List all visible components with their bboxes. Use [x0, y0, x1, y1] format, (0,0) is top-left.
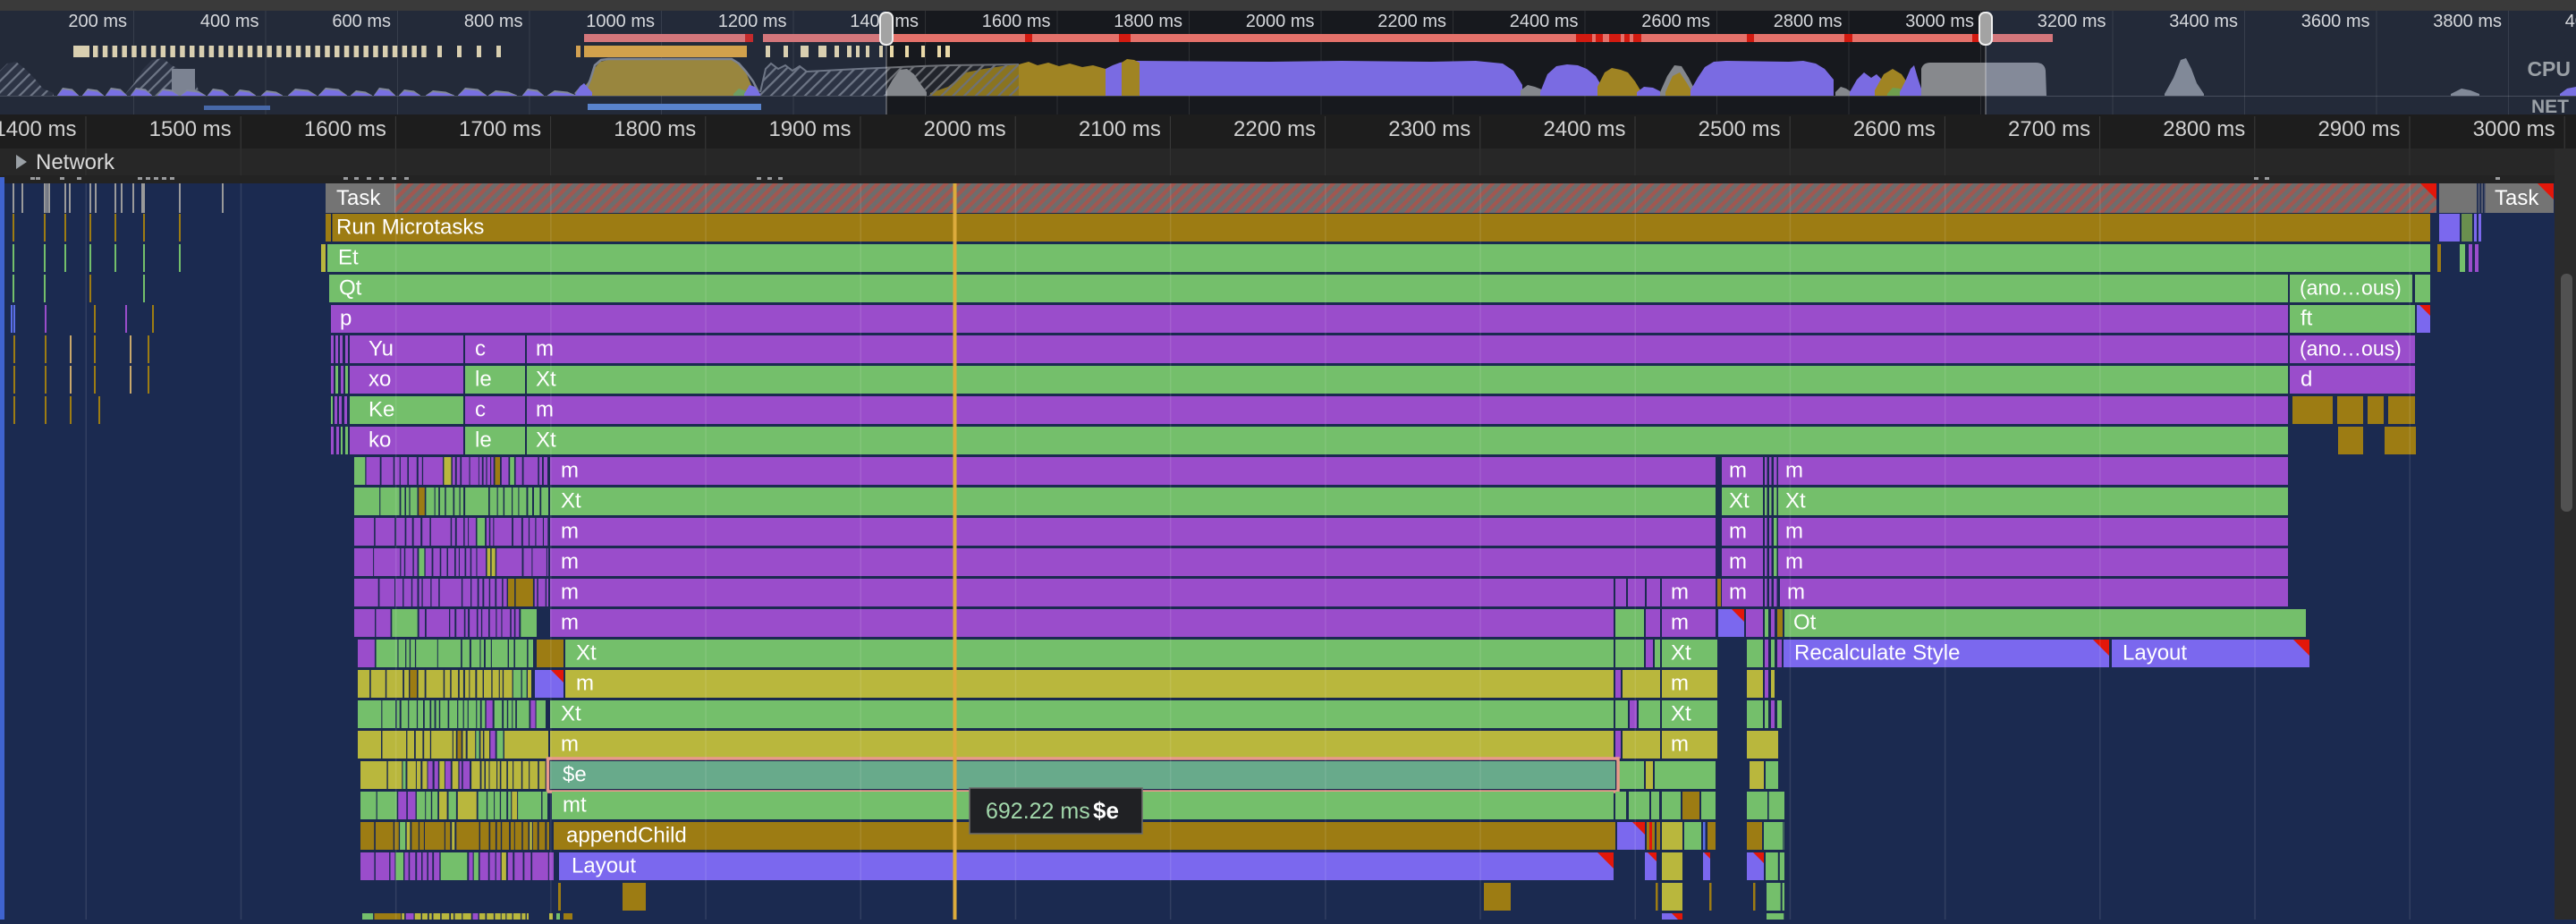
- svg-text:2400 ms: 2400 ms: [1510, 12, 1579, 31]
- svg-text:200 ms: 200 ms: [68, 12, 127, 31]
- svg-text:Run Microtasks: Run Microtasks: [336, 216, 484, 240]
- svg-text:2500 ms: 2500 ms: [1699, 117, 1781, 141]
- svg-text:m: m: [561, 520, 579, 544]
- svg-text:692.22 ms: 692.22 ms: [986, 799, 1090, 824]
- svg-text:$e: $e: [1093, 797, 1119, 824]
- svg-text:1900 ms: 1900 ms: [768, 117, 851, 141]
- svg-text:2800 ms: 2800 ms: [2163, 117, 2245, 141]
- svg-text:3200 ms: 3200 ms: [2038, 12, 2106, 31]
- svg-text:Xt: Xt: [561, 489, 581, 513]
- svg-text:m: m: [576, 672, 594, 696]
- svg-text:CPU: CPU: [2527, 57, 2571, 81]
- svg-text:4000 ms: 4000 ms: [2565, 12, 2576, 31]
- svg-text:(ano…ous): (ano…ous): [2300, 337, 2402, 360]
- svg-text:Xt: Xt: [1671, 702, 1691, 726]
- svg-text:1700 ms: 1700 ms: [459, 117, 541, 141]
- svg-text:3000 ms: 3000 ms: [2473, 117, 2555, 141]
- svg-text:2600 ms: 2600 ms: [1853, 117, 1936, 141]
- svg-text:m: m: [1729, 581, 1747, 605]
- svg-text:Network: Network: [36, 150, 115, 174]
- svg-text:Xt: Xt: [536, 368, 556, 392]
- svg-text:m: m: [1671, 581, 1689, 605]
- svg-text:1800 ms: 1800 ms: [614, 117, 696, 141]
- svg-text:1800 ms: 1800 ms: [1114, 12, 1182, 31]
- svg-text:appendChild: appendChild: [566, 824, 687, 848]
- svg-text:c: c: [475, 398, 486, 422]
- svg-text:1200 ms: 1200 ms: [718, 12, 787, 31]
- svg-text:m: m: [561, 581, 579, 605]
- svg-text:2600 ms: 2600 ms: [1641, 12, 1710, 31]
- svg-text:m: m: [1785, 550, 1803, 574]
- svg-text:Ot: Ot: [1793, 611, 1817, 635]
- svg-text:3000 ms: 3000 ms: [1905, 12, 1974, 31]
- svg-text:Layout: Layout: [572, 854, 636, 878]
- svg-text:3800 ms: 3800 ms: [2433, 12, 2502, 31]
- svg-text:600 ms: 600 ms: [332, 12, 391, 31]
- svg-text:(ano…ous): (ano…ous): [2300, 276, 2402, 300]
- svg-text:Yu: Yu: [369, 337, 394, 361]
- svg-text:c: c: [475, 337, 486, 361]
- svg-text:3600 ms: 3600 ms: [2301, 12, 2370, 31]
- svg-text:2800 ms: 2800 ms: [1774, 12, 1843, 31]
- svg-text:m: m: [1729, 520, 1747, 544]
- svg-text:$e: $e: [563, 763, 587, 787]
- svg-text:1600 ms: 1600 ms: [982, 12, 1051, 31]
- svg-text:2100 ms: 2100 ms: [1079, 117, 1161, 141]
- svg-text:1000 ms: 1000 ms: [586, 12, 655, 31]
- svg-text:ko: ko: [369, 428, 391, 453]
- svg-text:m: m: [1671, 611, 1689, 635]
- svg-text:m: m: [1729, 459, 1747, 483]
- svg-text:Xt: Xt: [576, 641, 597, 665]
- svg-text:2000 ms: 2000 ms: [924, 117, 1006, 141]
- svg-text:3400 ms: 3400 ms: [2169, 12, 2238, 31]
- svg-text:m: m: [561, 550, 579, 574]
- svg-text:Xt: Xt: [561, 702, 581, 726]
- svg-text:d: d: [2301, 368, 2312, 392]
- svg-text:ft: ft: [2301, 307, 2313, 331]
- svg-text:2200 ms: 2200 ms: [1377, 12, 1446, 31]
- svg-text:Xt: Xt: [536, 428, 556, 453]
- svg-text:2300 ms: 2300 ms: [1388, 117, 1470, 141]
- svg-text:NET: NET: [2531, 97, 2569, 117]
- svg-text:Layout: Layout: [2123, 641, 2187, 665]
- svg-text:le: le: [475, 368, 492, 392]
- svg-text:m: m: [1785, 459, 1803, 483]
- svg-text:Task: Task: [336, 186, 381, 210]
- svg-text:m: m: [1671, 733, 1689, 757]
- svg-text:Xt: Xt: [1671, 641, 1691, 665]
- svg-text:le: le: [475, 428, 492, 453]
- svg-text:m: m: [561, 459, 579, 483]
- svg-text:1600 ms: 1600 ms: [304, 117, 386, 141]
- svg-text:m: m: [561, 611, 579, 635]
- svg-text:m: m: [1729, 550, 1747, 574]
- svg-text:xo: xo: [369, 368, 391, 392]
- svg-text:mt: mt: [563, 793, 587, 818]
- svg-text:2400 ms: 2400 ms: [1543, 117, 1625, 141]
- svg-text:m: m: [1785, 520, 1803, 544]
- svg-text:Ke: Ke: [369, 398, 394, 422]
- svg-text:2900 ms: 2900 ms: [2318, 117, 2400, 141]
- svg-text:p: p: [340, 307, 352, 331]
- svg-text:Qt: Qt: [339, 276, 362, 301]
- svg-text:400 ms: 400 ms: [200, 12, 259, 31]
- svg-text:Task: Task: [2495, 186, 2539, 210]
- svg-text:1400 ms: 1400 ms: [0, 117, 77, 141]
- svg-text:m: m: [1671, 672, 1689, 696]
- svg-text:2700 ms: 2700 ms: [2008, 117, 2090, 141]
- svg-text:800 ms: 800 ms: [464, 12, 523, 31]
- svg-text:m: m: [561, 733, 579, 757]
- svg-text:Et: Et: [338, 246, 359, 270]
- svg-text:Xt: Xt: [1729, 489, 1750, 513]
- svg-text:1500 ms: 1500 ms: [149, 117, 232, 141]
- svg-text:2200 ms: 2200 ms: [1233, 117, 1316, 141]
- svg-text:Recalculate Style: Recalculate Style: [1794, 641, 1960, 665]
- svg-text:2000 ms: 2000 ms: [1246, 12, 1315, 31]
- svg-text:Xt: Xt: [1785, 489, 1806, 513]
